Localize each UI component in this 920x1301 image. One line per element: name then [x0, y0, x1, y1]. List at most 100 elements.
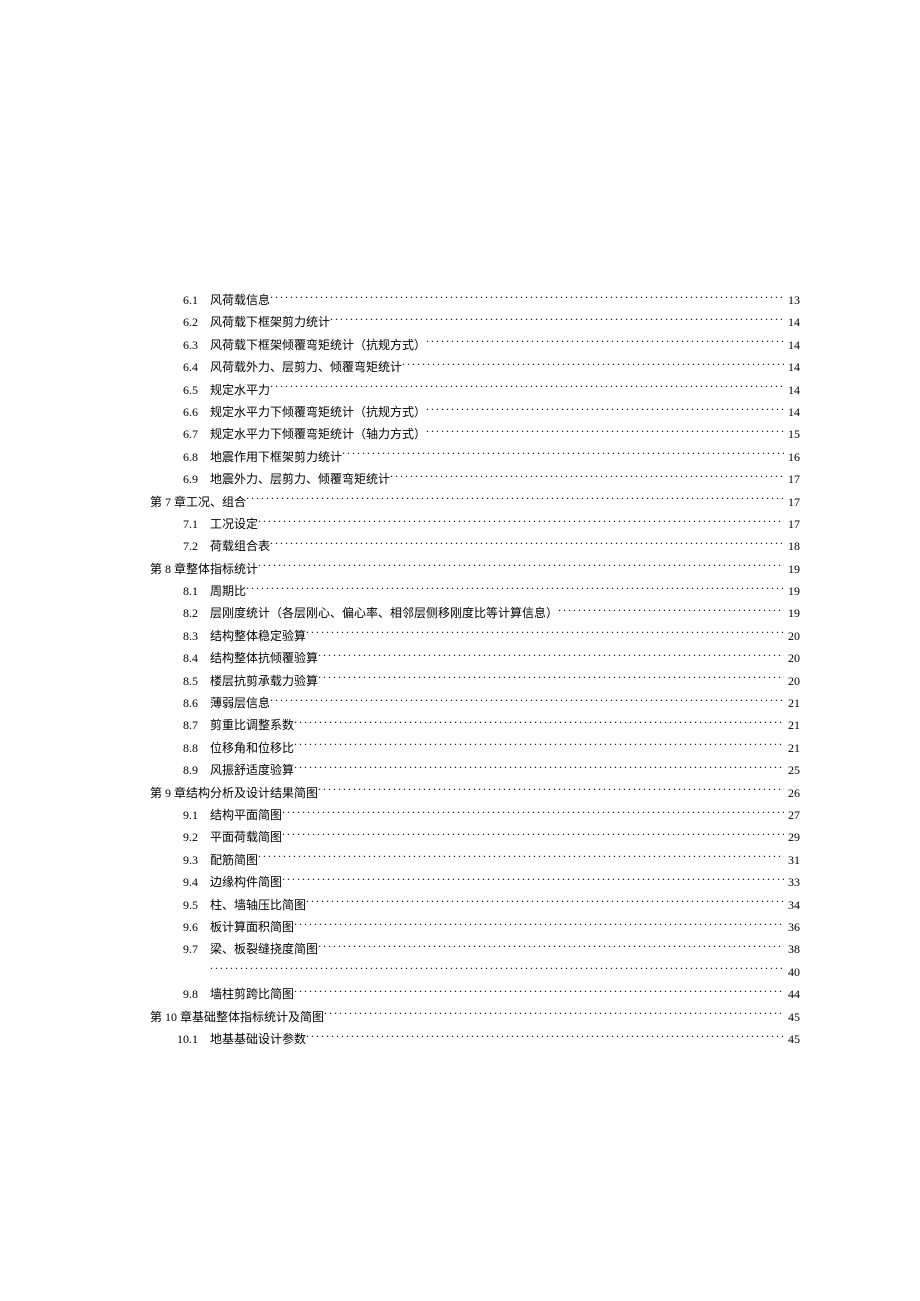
toc-page-number: 19 [784, 581, 800, 601]
toc-page-number: 14 [784, 357, 800, 377]
toc-entry: 第 9 章结构分析及设计结果简图 26 [150, 783, 800, 803]
toc-entry: 9.2平面荷载简图29 [150, 827, 800, 847]
toc-page-number: 14 [784, 335, 800, 355]
toc-leader-dots [258, 852, 784, 864]
toc-entry: 10.1地基基础设计参数45 [150, 1029, 800, 1049]
toc-section-title: 周期比 [210, 581, 246, 601]
toc-entry: 7.1工况设定 17 [150, 514, 800, 534]
toc-section-title: 结构整体稳定验算 [210, 626, 306, 646]
toc-leader-dots [270, 292, 784, 304]
toc-page-number: 17 [784, 469, 800, 489]
toc-page-number: 17 [784, 514, 800, 534]
toc-section-title: 风荷载下框架剪力统计 [210, 312, 330, 332]
toc-page-number: 15 [784, 424, 800, 444]
toc-section-number: 8.5 [150, 671, 210, 691]
toc-page-number: 17 [784, 492, 800, 512]
toc-leader-dots [324, 1009, 784, 1021]
toc-leader-dots [270, 538, 784, 550]
toc-section-number: 7.1 [150, 514, 210, 534]
toc-page-number: 40 [784, 962, 800, 982]
toc-leader-dots [558, 605, 784, 617]
toc-section-title: 风荷载信息 [210, 290, 270, 310]
toc-leader-dots [294, 919, 784, 931]
toc-section-title: 层刚度统计（各层刚心、偏心率、相邻层侧移刚度比等计算信息） [210, 603, 558, 623]
toc-leader-dots [258, 516, 784, 528]
toc-section-title: 荷载组合表 [210, 536, 270, 556]
toc-entry: 9.5柱、墙轴压比简图 34 [150, 895, 800, 915]
toc-section-number: 6.5 [150, 380, 210, 400]
toc-entry: 8.2层刚度统计（各层刚心、偏心率、相邻层侧移刚度比等计算信息） 19 [150, 603, 800, 623]
toc-page-number: 45 [784, 1007, 800, 1027]
toc-section-number: 9.5 [150, 895, 210, 915]
toc-leader-dots [402, 359, 784, 371]
toc-page-number: 19 [784, 603, 800, 623]
toc-page-number: 26 [784, 783, 800, 803]
toc-page-number: 14 [784, 312, 800, 332]
toc-leader-dots [294, 717, 784, 729]
toc-section-number: 8.8 [150, 738, 210, 758]
toc-leader-dots [294, 740, 784, 752]
toc-entry: 8.6薄弱层信息 21 [150, 693, 800, 713]
toc-page-number: 14 [784, 402, 800, 422]
toc-leader-dots [426, 337, 784, 349]
toc-leader-dots [246, 494, 784, 506]
toc-entry: 8.4结构整体抗倾覆验算20 [150, 648, 800, 668]
toc-entry: 8.8位移角和位移比21 [150, 738, 800, 758]
toc-page-number: 31 [784, 850, 800, 870]
toc-section-number: 6.7 [150, 424, 210, 444]
toc-page-number: 20 [784, 648, 800, 668]
toc-page-number: 20 [784, 626, 800, 646]
toc-section-number: 8.1 [150, 581, 210, 601]
toc-section-number: 8.3 [150, 626, 210, 646]
toc-chapter-label: 第 9 章结构分析及设计结果简图 [150, 783, 318, 803]
toc-entry: 第 7 章工况、组合17 [150, 492, 800, 512]
toc-section-number: 8.7 [150, 715, 210, 735]
toc-section-title: 风荷载下框架倾覆弯矩统计（抗规方式） [210, 335, 426, 355]
toc-section-title: 墙柱剪跨比简图 [210, 984, 294, 1004]
toc-entry: 6.6规定水平力下倾覆弯矩统计（抗规方式）14 [150, 402, 800, 422]
toc-section-title: 工况设定 [210, 514, 258, 534]
toc-section-number: 8.2 [150, 603, 210, 623]
toc-page-number: 21 [784, 693, 800, 713]
toc-leader-dots [270, 695, 784, 707]
table-of-contents: 6.1风荷载信息136.2风荷载下框架剪力统计146.3风荷载下框架倾覆弯矩统计… [150, 290, 800, 1049]
toc-leader-dots [318, 941, 784, 953]
toc-entry: 6.8地震作用下框架剪力统计16 [150, 447, 800, 467]
toc-entry: 6.9地震外力、层剪力、倾覆弯矩统计17 [150, 469, 800, 489]
toc-page-number: 36 [784, 917, 800, 937]
toc-page-number: 38 [784, 939, 800, 959]
toc-page-number: 16 [784, 447, 800, 467]
toc-page-number: 18 [784, 536, 800, 556]
toc-section-title: 薄弱层信息 [210, 693, 270, 713]
toc-section-number: 8.6 [150, 693, 210, 713]
toc-section-number: 9.6 [150, 917, 210, 937]
toc-entry: 8.7剪重比调整系数21 [150, 715, 800, 735]
toc-entry: 7.2荷载组合表18 [150, 536, 800, 556]
toc-section-title: 配筋简图 [210, 850, 258, 870]
toc-section-title: 剪重比调整系数 [210, 715, 294, 735]
toc-section-title: 地震作用下框架剪力统计 [210, 447, 342, 467]
toc-page-number: 34 [784, 895, 800, 915]
toc-section-number: 6.1 [150, 290, 210, 310]
toc-leader-dots [318, 673, 784, 685]
toc-entry: 9.7梁、板裂缝挠度简图38 [150, 939, 800, 959]
toc-leader-dots [390, 471, 784, 483]
toc-entry: 6.2风荷载下框架剪力统计14 [150, 312, 800, 332]
toc-entry: 9.3配筋简图31 [150, 850, 800, 870]
toc-leader-dots [282, 874, 784, 886]
toc-leader-dots [294, 986, 784, 998]
toc-entry: 6.1风荷载信息13 [150, 290, 800, 310]
toc-section-number: 9.2 [150, 827, 210, 847]
toc-entry: 6.4风荷载外力、层剪力、倾覆弯矩统计14 [150, 357, 800, 377]
toc-leader-dots [318, 650, 784, 662]
toc-page-number: 19 [784, 559, 800, 579]
toc-section-title: 地震外力、层剪力、倾覆弯矩统计 [210, 469, 390, 489]
toc-leader-dots [306, 897, 784, 909]
toc-section-title: 平面荷载简图 [210, 827, 282, 847]
toc-leader-dots [330, 314, 784, 326]
toc-section-title: 柱、墙轴压比简图 [210, 895, 306, 915]
toc-page-number: 25 [784, 760, 800, 780]
toc-leader-dots [306, 1031, 784, 1043]
toc-entry: 40 [150, 962, 800, 982]
toc-leader-dots [318, 785, 784, 797]
